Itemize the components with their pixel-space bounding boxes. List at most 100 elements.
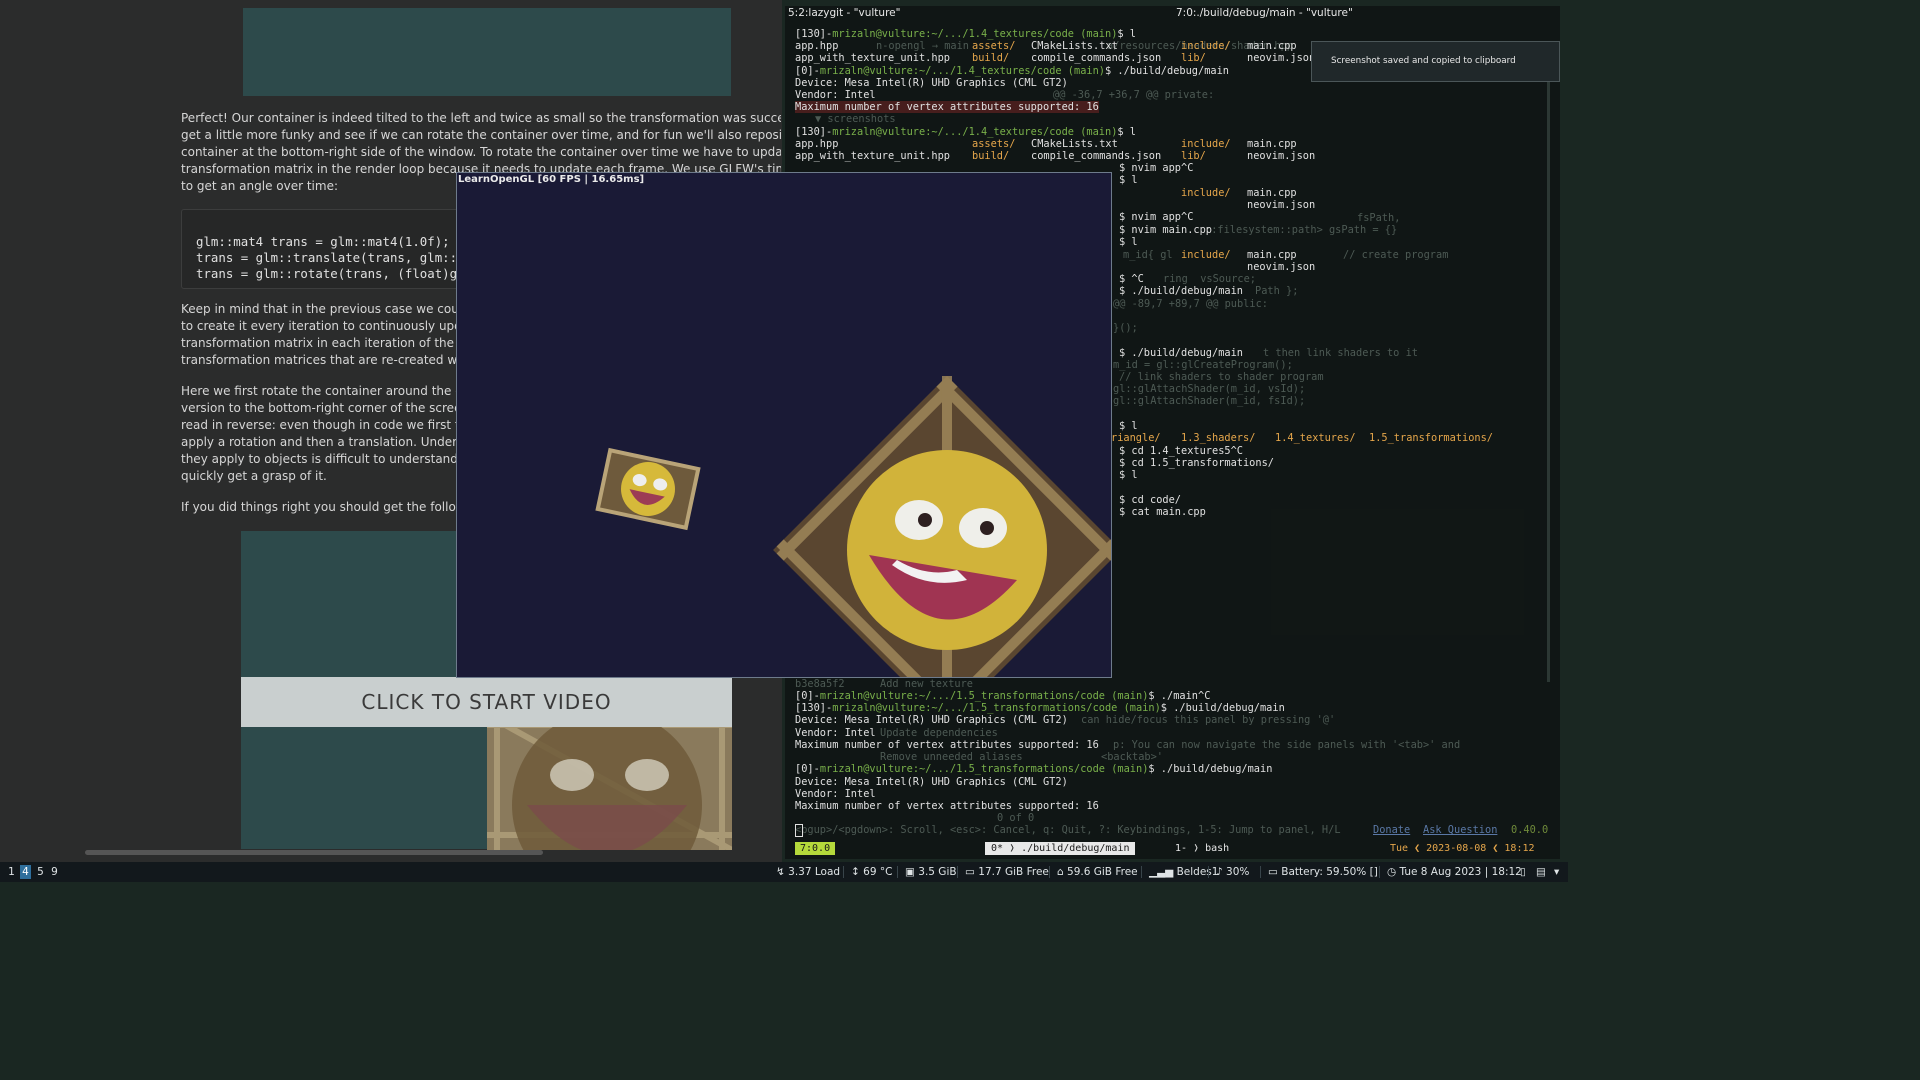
terminal-line: Maximum number of vertex attributes supp… xyxy=(795,739,1099,751)
terminal-file: main.cpp xyxy=(1247,187,1297,199)
ghost-text: m_id = gl::glCreateProgram(); xyxy=(1113,359,1293,371)
ghost-text: Add new texture xyxy=(880,678,973,690)
terminal-fragment: $ l xyxy=(1119,420,1138,432)
terminal-dir: include/ xyxy=(1181,138,1231,150)
workspace-5[interactable]: 5 xyxy=(35,865,46,879)
terminal-file: main.cpp xyxy=(1247,249,1297,261)
ghost-text: ring vsSource; xyxy=(1163,273,1256,285)
large-container xyxy=(773,376,1111,677)
ask-question-link[interactable]: Ask Question xyxy=(1423,824,1497,836)
terminal-dir: include/ xyxy=(1181,249,1231,261)
tmux-window-other[interactable]: 1- ❭ bash xyxy=(1175,842,1229,855)
tmux-status-bar: 7:0.0 0* ❭ ./build/debug/main 1- ❭ bash … xyxy=(795,842,1555,855)
terminal-line: [0]-mrizaln@vulture:~/.../1.5_transforma… xyxy=(795,690,1211,702)
terminal-fragment: $ nvim app^C xyxy=(1119,211,1194,223)
ghost-text: n-opengl → main xyxy=(876,40,969,52)
terminal-file: neovim.json xyxy=(1247,199,1316,211)
ghost-text: }(); xyxy=(1113,322,1138,334)
screenshot-notification[interactable]: Screenshot saved and copied to clipboard xyxy=(1311,41,1560,82)
terminal-cursor xyxy=(795,824,803,837)
terminal-line: Vendor: Intel xyxy=(795,727,876,739)
terminal-fragment: $ cd 1.5_transformations/ xyxy=(1119,457,1274,469)
battery-status: ▭ Battery: 59.50% [] xyxy=(1268,866,1378,878)
signal-icon: ▁▃▅ xyxy=(1149,866,1174,878)
terminal-dir: build/ xyxy=(972,52,1010,64)
terminal-line: [130]-mrizaln@vulture:~/.../1.4_textures… xyxy=(795,28,1137,40)
terminal-dir: include/ xyxy=(1181,40,1231,52)
terminal-line: Maximum number of vertex attributes supp… xyxy=(795,101,1099,113)
tmux-pane-titles: 5:2:lazygit - "vulture" 7:0:./build/debu… xyxy=(785,6,1560,22)
gl-render-canvas xyxy=(595,376,1111,677)
learnopengl-window[interactable]: LearnOpenGL [60 FPS | 16.65ms] xyxy=(456,172,1112,678)
tray-icon-2[interactable]: ▤ xyxy=(1536,862,1546,882)
terminal-dir: assets/ xyxy=(972,40,1016,52)
terminal-file: compile_commands.json xyxy=(1031,52,1162,64)
ghost-text: Path }; xyxy=(1255,285,1299,297)
clock[interactable]: ◷ Tue 8 Aug 2023 | 18:12 xyxy=(1387,862,1522,882)
battery-icon: ▭ xyxy=(1268,866,1278,878)
terminal-dir: lib/ xyxy=(1181,150,1206,162)
lazygit-scrollbar[interactable] xyxy=(1547,42,1550,682)
tmux-session: 7:0.0 xyxy=(795,842,836,855)
ghost-text: // create program xyxy=(1343,249,1449,261)
terminal-dir: 1.3_shaders/ xyxy=(1181,432,1256,444)
terminal-fragment: $ nvim app^C xyxy=(1119,162,1194,174)
disk-icon: ▭ xyxy=(965,866,975,878)
terminal-file: CMakeLists.txt xyxy=(1031,138,1118,150)
gl-window-title[interactable]: LearnOpenGL [60 FPS | 16.65ms] xyxy=(457,173,1111,186)
ghost-text: p: You can now navigate the side panels … xyxy=(1113,739,1461,751)
ghost-text: 0 of 0 xyxy=(997,812,1035,824)
disk-free-2: ⌂ 59.6 GiB Free xyxy=(1057,866,1138,878)
tmux-window-active[interactable]: 0* ❭ ./build/debug/main xyxy=(985,842,1136,855)
previous-demo-image xyxy=(243,8,731,96)
donate-link[interactable]: Donate xyxy=(1373,824,1410,836)
terminal-file: main.cpp xyxy=(1247,40,1297,52)
small-container xyxy=(595,447,701,531)
tmux-datetime: Tue ❮ 2023-08-08 ❮ 18:12 xyxy=(1390,843,1535,854)
bell-icon: ♪ xyxy=(1216,866,1223,878)
terminal-dir: 1.5_transformations/ xyxy=(1369,432,1493,444)
terminal-dir: include/ xyxy=(1181,187,1231,199)
system-status-bar: 1 4 5 9 ↯ 3.37 Load ↕ 69 °C ▣ 3.5 GiB ▭ … xyxy=(0,862,1568,882)
cpu-load: ↯ 3.37 Load xyxy=(776,866,841,878)
terminal-fragment: $ ./build/debug/main xyxy=(1119,285,1243,297)
workspace-9[interactable]: 9 xyxy=(49,865,60,879)
terminal-line: Device: Mesa Intel(R) UHD Graphics (CML … xyxy=(795,776,1068,788)
ghost-text: gl::glAttachShader(m_id, vsId); xyxy=(1113,383,1306,395)
terminal-line: [0]-mrizaln@vulture:~/.../1.5_transforma… xyxy=(795,763,1273,775)
ghost-text: Update dependencies xyxy=(880,727,998,739)
terminal-line: app_with_texture_unit.hpp xyxy=(795,150,950,162)
code-line-2: trans = glm::translate(trans, glm::v xyxy=(196,250,465,265)
terminal-dir: riangle/ xyxy=(1111,432,1161,444)
ghost-text: b3e8a5f2 xyxy=(795,678,845,690)
tray-icon-1[interactable]: ▯ xyxy=(1520,862,1526,882)
ghost-text: can hide/focus this panel by pressing '@… xyxy=(1081,714,1336,726)
terminal-line: Device: Mesa Intel(R) UHD Graphics (CML … xyxy=(795,714,1068,726)
workspace-4[interactable]: 4 xyxy=(20,865,31,879)
ghost-text: fsPath, xyxy=(1357,212,1401,224)
cpu-temperature: ↕ 69 °C xyxy=(851,866,893,878)
terminal-file: compile_commands.json xyxy=(1031,150,1162,162)
volume-status[interactable]: ♪ 30% xyxy=(1216,862,1249,882)
tray-expand-icon[interactable]: ▾ xyxy=(1554,862,1559,882)
workspace-1[interactable]: 1 xyxy=(6,865,17,879)
home-icon: ⌂ xyxy=(1057,866,1064,878)
terminal-line: [130]-mrizaln@vulture:~/.../1.4_textures… xyxy=(795,126,1137,138)
lazygit-keybinding-hint: <pgup>/<pgdown>: Scroll, <esc>: Cancel, … xyxy=(795,824,1341,836)
clock-icon: ◷ xyxy=(1387,866,1397,878)
terminal-line: app.hpp xyxy=(795,138,839,150)
terminal-dir: assets/ xyxy=(972,138,1016,150)
pane-title-main: 7:0:./build/debug/main - "vulture" xyxy=(1176,7,1353,19)
terminal-fragment: $ l xyxy=(1119,236,1138,248)
lazygit-version: 0.40.0 xyxy=(1511,824,1549,836)
terminal-fragment: $ nvim main.cpp xyxy=(1119,224,1212,236)
terminal-file: neovim.json xyxy=(1247,150,1316,162)
terminal-line: Vendor: Intel xyxy=(795,788,876,800)
ghost-text: @@ -89,7 +89,7 @@ public: xyxy=(1113,298,1268,310)
code-line-1: glm::mat4 trans = glm::mat4(1.0f); xyxy=(196,234,450,249)
browser-horizontal-scrollbar[interactable] xyxy=(85,850,543,855)
ghost-text: // link shaders to shader program xyxy=(1119,371,1324,383)
ghost-text: ▼ screenshots xyxy=(815,113,896,125)
terminal-fragment: $ ^C xyxy=(1119,273,1144,285)
click-to-start-video[interactable]: CLICK TO START VIDEO xyxy=(241,677,732,727)
